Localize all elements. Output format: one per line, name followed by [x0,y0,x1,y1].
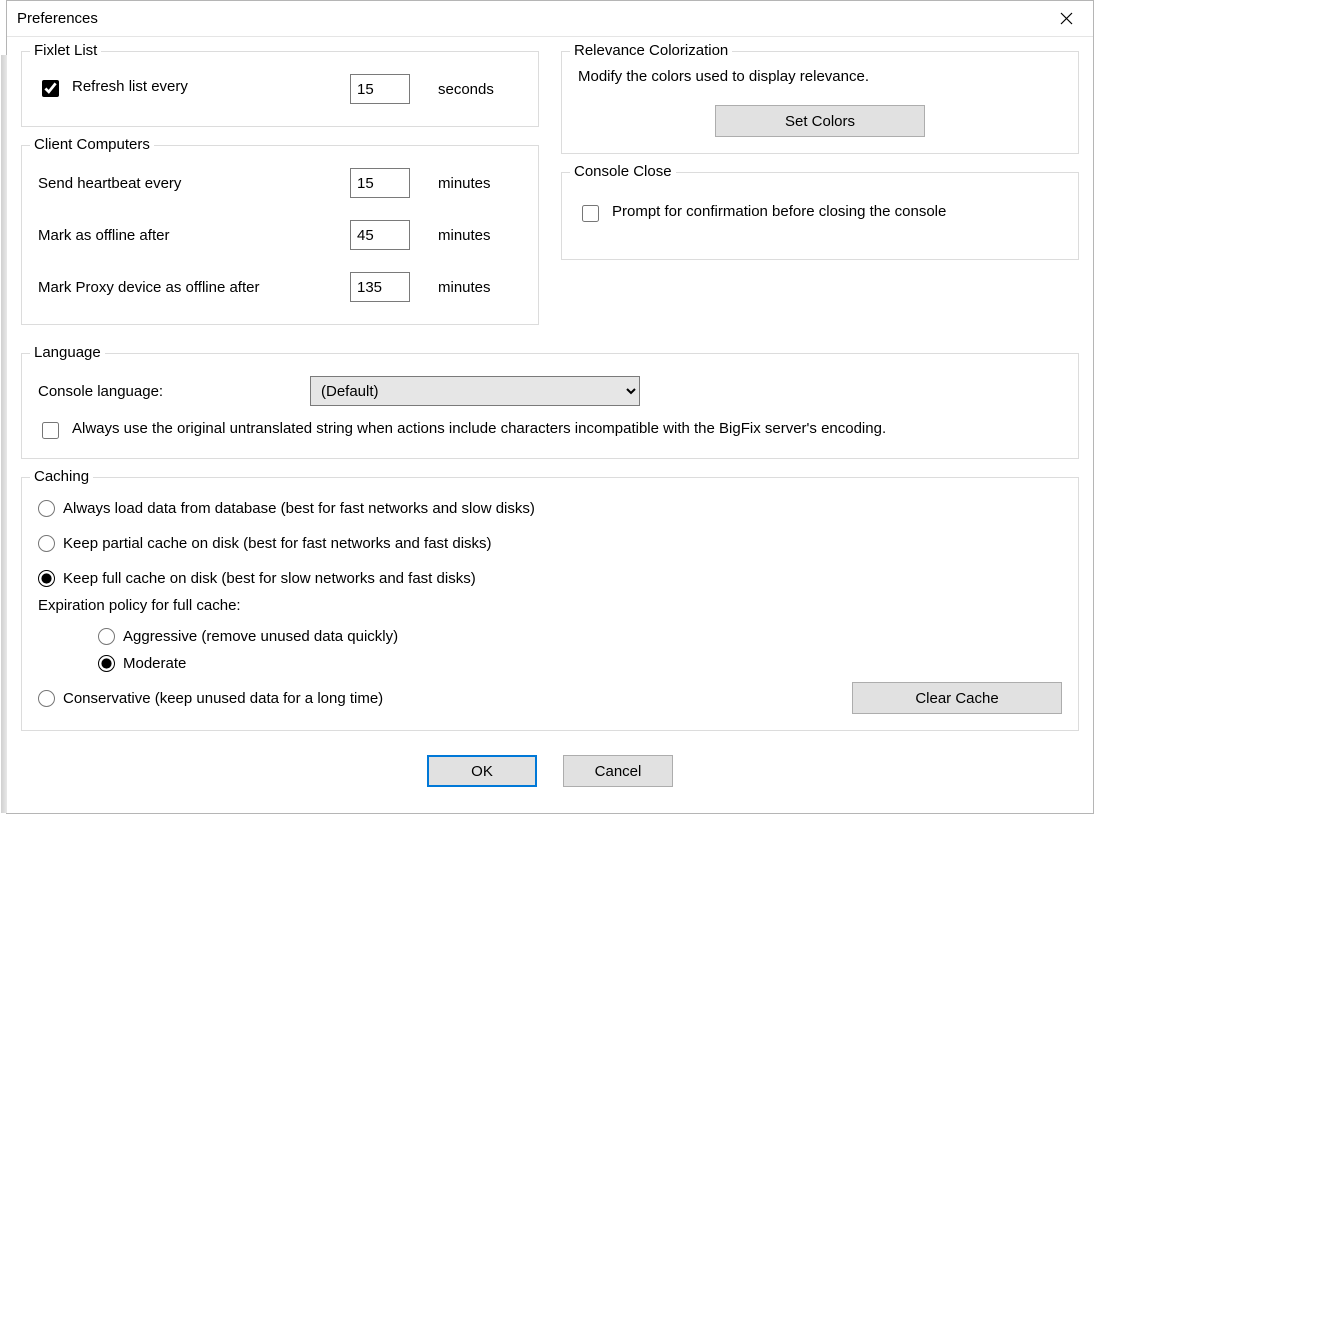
close-icon[interactable] [1043,3,1089,35]
caching-full-radio[interactable] [38,570,55,587]
window-title: Preferences [17,10,98,27]
caching-always-label: Always load data from database (best for… [63,500,535,517]
exp-aggressive-label: Aggressive (remove unused data quickly) [123,628,398,645]
relevance-legend: Relevance Colorization [570,42,732,59]
caching-always-row[interactable]: Always load data from database (best for… [38,500,1062,517]
console-close-group: Console Close Prompt for confirmation be… [561,172,1079,260]
caching-partial-radio[interactable] [38,535,55,552]
exp-moderate-row[interactable]: Moderate [98,655,1062,672]
always-original-label: Always use the original untranslated str… [72,420,886,437]
shadow [1,55,7,813]
exp-conservative-row[interactable]: Conservative (keep unused data for a lon… [38,690,383,707]
exp-aggressive-radio[interactable] [98,628,115,645]
caching-partial-row[interactable]: Keep partial cache on disk (best for fas… [38,535,1062,552]
ok-button[interactable]: OK [427,755,537,787]
caching-full-row[interactable]: Keep full cache on disk (best for slow n… [38,570,1062,587]
always-original-checkbox[interactable] [42,422,59,439]
preferences-window: Preferences Fixlet List Refresh list eve… [6,0,1094,814]
language-group: Language Console language: (Default) Alw… [21,353,1079,459]
exp-conservative-radio[interactable] [38,690,55,707]
relevance-colorization-group: Relevance Colorization Modify the colors… [561,51,1079,154]
titlebar: Preferences [7,1,1093,37]
exp-moderate-radio[interactable] [98,655,115,672]
heartbeat-label: Send heartbeat every [38,175,338,192]
offline-label: Mark as offline after [38,227,338,244]
prompt-confirmation-label: Prompt for confirmation before closing t… [612,203,946,220]
expiration-policy-label: Expiration policy for full cache: [38,597,1062,614]
console-language-select[interactable]: (Default) [310,376,640,406]
caching-always-radio[interactable] [38,500,55,517]
fixlet-list-group: Fixlet List Refresh list every seconds [21,51,539,127]
prompt-confirmation-checkbox[interactable] [582,205,599,222]
refresh-unit: seconds [438,81,494,98]
caching-partial-label: Keep partial cache on disk (best for fas… [63,535,492,552]
proxy-offline-unit: minutes [438,279,491,296]
refresh-list-label: Refresh list every [72,78,188,95]
fixlet-list-legend: Fixlet List [30,42,101,59]
proxy-offline-label: Mark Proxy device as offline after [38,279,338,296]
heartbeat-input[interactable] [350,168,410,198]
language-legend: Language [30,344,105,361]
heartbeat-unit: minutes [438,175,491,192]
caching-full-label: Keep full cache on disk (best for slow n… [63,570,476,587]
exp-moderate-label: Moderate [123,655,186,672]
content-area: Fixlet List Refresh list every seconds C… [7,37,1093,813]
console-language-label: Console language: [38,383,298,400]
console-close-legend: Console Close [570,163,676,180]
dialog-buttons: OK Cancel [21,739,1079,805]
clear-cache-button[interactable]: Clear Cache [852,682,1062,714]
relevance-desc: Modify the colors used to display releva… [578,68,1062,85]
refresh-list-checkbox[interactable] [42,80,59,97]
exp-conservative-label: Conservative (keep unused data for a lon… [63,690,383,707]
refresh-interval-input[interactable] [350,74,410,104]
caching-legend: Caching [30,468,93,485]
caching-group: Caching Always load data from database (… [21,477,1079,731]
cancel-button[interactable]: Cancel [563,755,673,787]
offline-unit: minutes [438,227,491,244]
proxy-offline-input[interactable] [350,272,410,302]
set-colors-button[interactable]: Set Colors [715,105,925,137]
client-computers-legend: Client Computers [30,136,154,153]
exp-aggressive-row[interactable]: Aggressive (remove unused data quickly) [98,628,1062,645]
offline-input[interactable] [350,220,410,250]
client-computers-group: Client Computers Send heartbeat every mi… [21,145,539,325]
